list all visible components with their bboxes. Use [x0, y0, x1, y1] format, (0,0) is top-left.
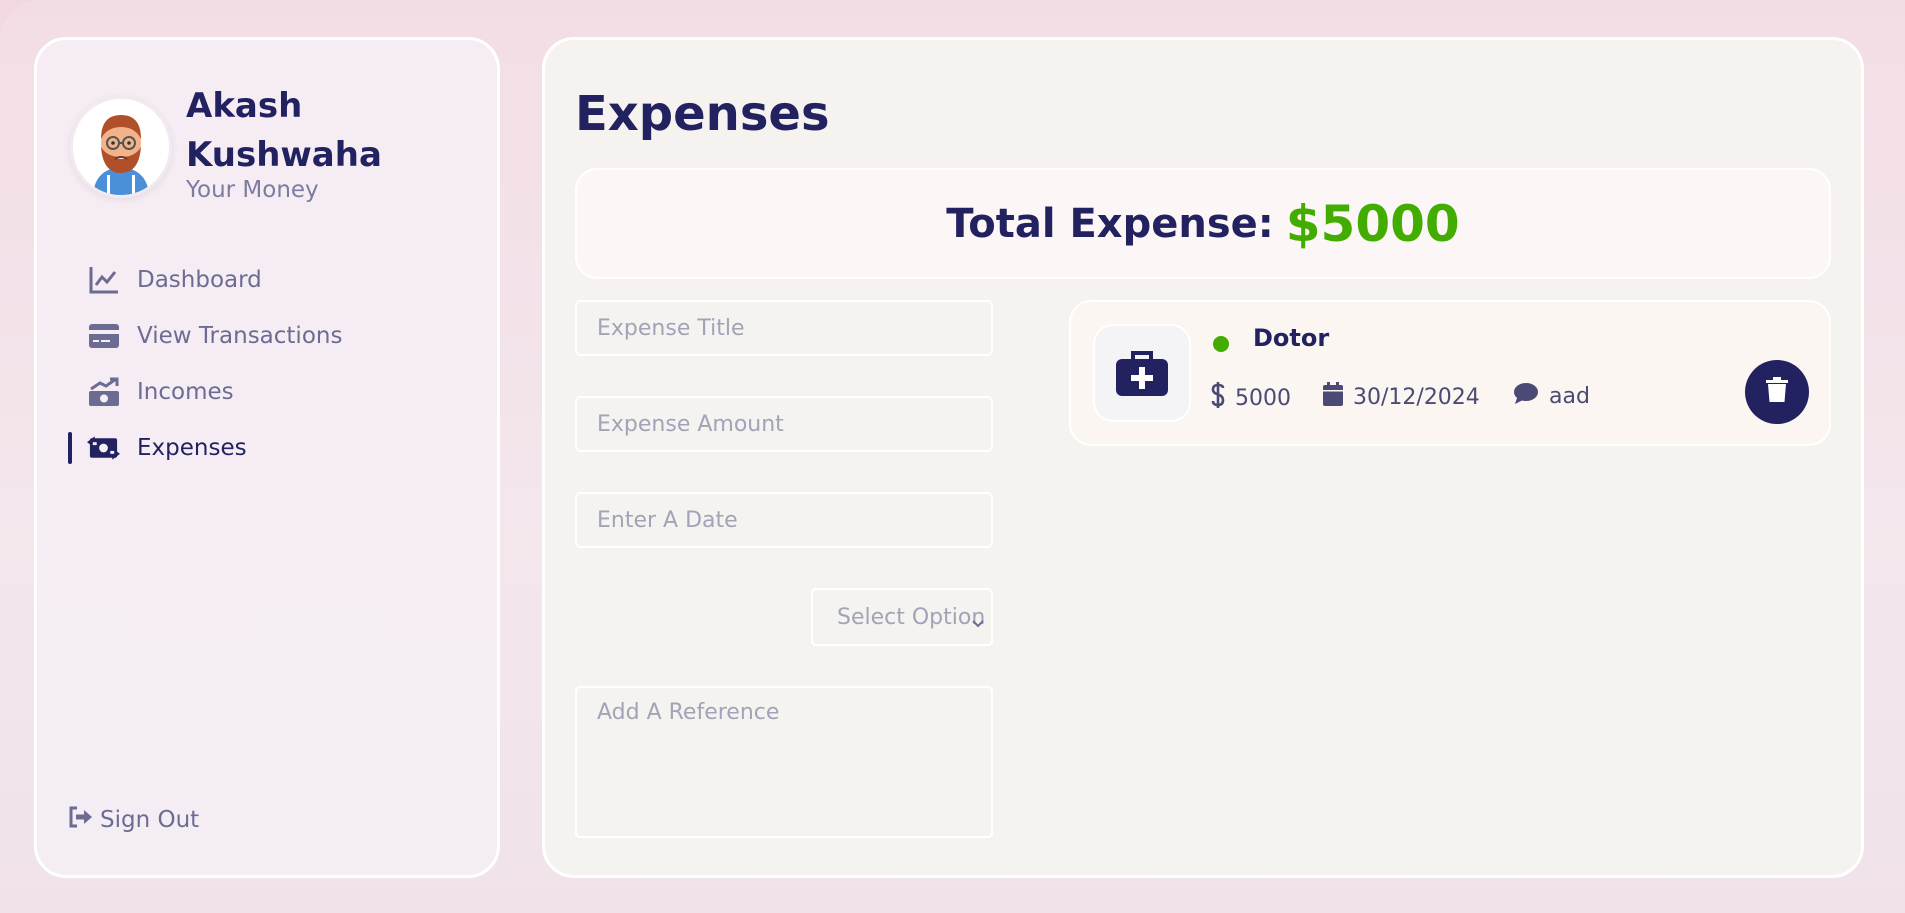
- delete-expense-button[interactable]: [1745, 360, 1809, 424]
- app-shell: Akash Kushwaha Your Money Dashboard View…: [0, 0, 1905, 913]
- money-bill-transfer-icon: [87, 434, 120, 462]
- credit-card-icon: [87, 322, 120, 350]
- trash-icon: [1766, 377, 1788, 407]
- medical-kit-icon: [1093, 324, 1191, 422]
- expense-item-note: aad: [1513, 382, 1590, 410]
- chart-line-icon: [87, 266, 120, 294]
- expense-item-title: Dotor: [1253, 324, 1330, 352]
- sidebar-item-dashboard[interactable]: Dashboard: [37, 252, 497, 308]
- page-title: Expenses: [575, 86, 830, 142]
- total-expense-label: Total Expense:: [946, 200, 1274, 247]
- total-expense-amount: $5000: [1285, 194, 1460, 253]
- user-name: Akash Kushwaha: [186, 86, 382, 175]
- reference-textarea[interactable]: [575, 686, 993, 838]
- expense-amount-input[interactable]: [575, 396, 993, 452]
- sidebar-item-label: Expenses: [137, 435, 247, 461]
- expense-item-amount: 5000: [1211, 382, 1291, 414]
- expense-amount-value: 5000: [1235, 385, 1291, 411]
- expense-note-value: aad: [1549, 383, 1590, 409]
- sidebar-item-label: Dashboard: [137, 267, 262, 293]
- sidebar-item-expenses[interactable]: Expenses: [37, 420, 497, 476]
- sign-out-icon: [68, 806, 100, 834]
- sidebar-nav: Dashboard View Transactions Incomes Expe…: [37, 252, 497, 476]
- expense-item: Dotor 5000 30/12/2024 aad: [1069, 300, 1831, 446]
- sidebar-item-incomes[interactable]: Incomes: [37, 364, 497, 420]
- sidebar-item-label: Incomes: [137, 379, 234, 405]
- sidebar-item-label: View Transactions: [137, 323, 343, 349]
- sign-out-button[interactable]: Sign Out: [68, 806, 199, 834]
- status-dot: [1213, 336, 1229, 352]
- comment-icon: [1513, 382, 1549, 410]
- expense-date-input[interactable]: [575, 492, 993, 548]
- total-expense-card: Total Expense: $5000: [575, 168, 1831, 279]
- sidebar-item-view-transactions[interactable]: View Transactions: [37, 308, 497, 364]
- category-select[interactable]: Select Option: [811, 588, 993, 646]
- money-bill-trend-up-icon: [87, 377, 120, 406]
- expense-title-input[interactable]: [575, 300, 993, 356]
- calendar-icon: [1323, 382, 1353, 412]
- avatar: [70, 96, 172, 198]
- chevron-down-icon: [971, 610, 985, 635]
- category-select-value: Select Option: [837, 604, 986, 630]
- sign-out-label: Sign Out: [100, 807, 200, 833]
- dollar-icon: [1211, 382, 1235, 414]
- sidebar: Akash Kushwaha Your Money Dashboard View…: [34, 37, 500, 878]
- main-panel: Expenses Total Expense: $5000 Select Opt…: [542, 37, 1864, 878]
- user-subtitle: Your Money: [186, 177, 319, 203]
- expense-date-value: 30/12/2024: [1353, 384, 1480, 410]
- expense-item-date: 30/12/2024: [1323, 382, 1480, 412]
